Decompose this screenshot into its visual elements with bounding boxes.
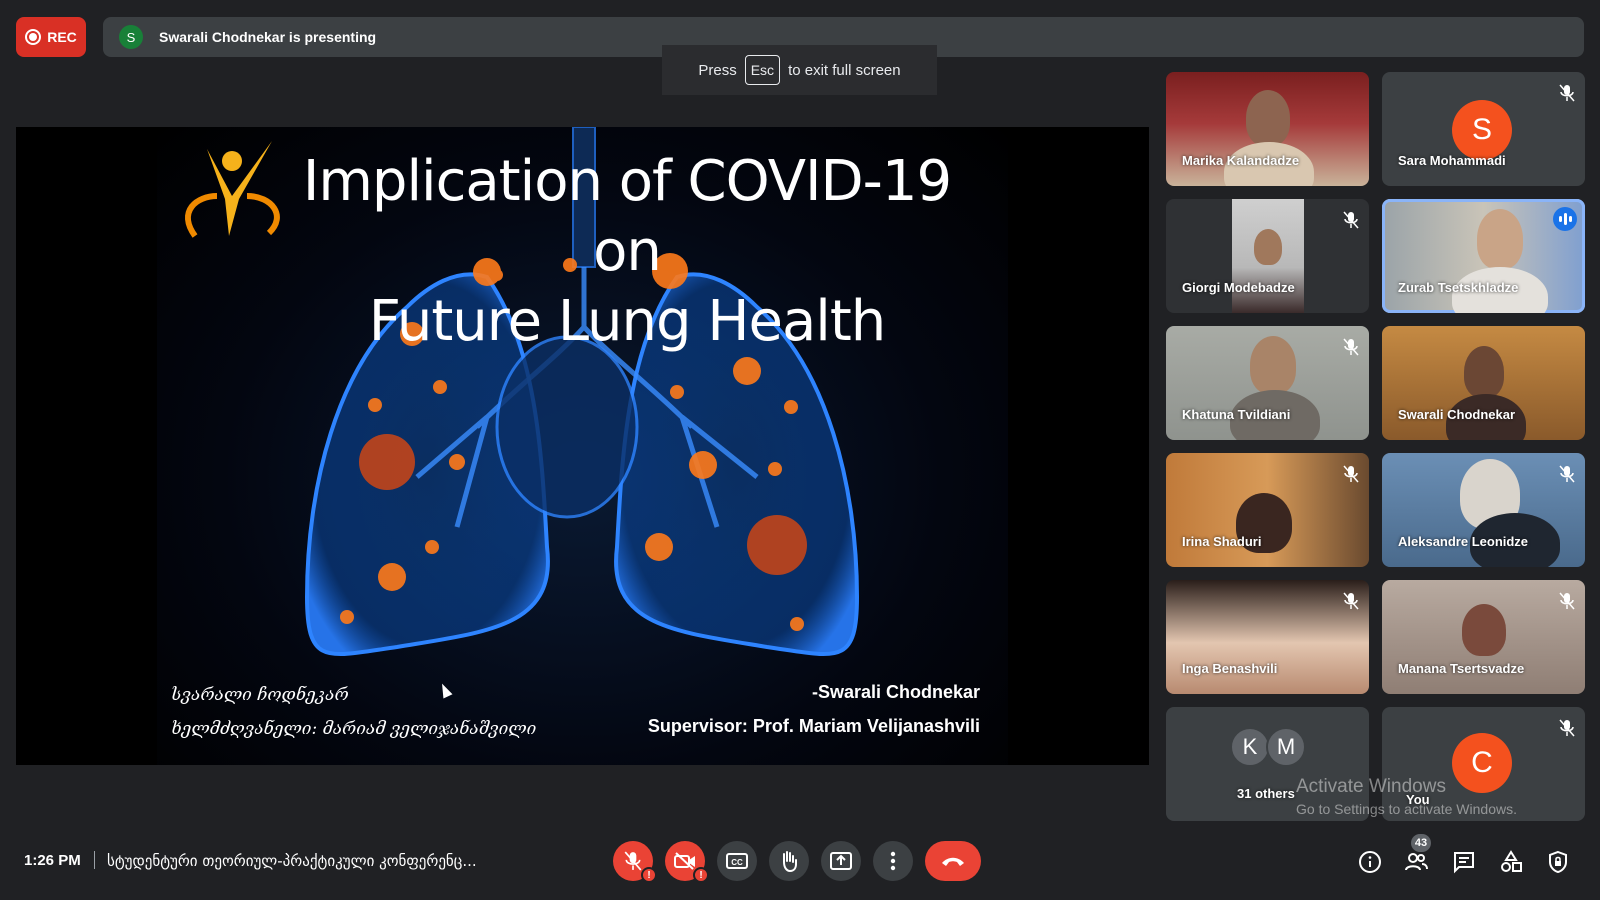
participant-tile[interactable]: Aleksandre Leonidze [1382, 453, 1585, 567]
people-icon[interactable] [1404, 850, 1428, 874]
participant-tile[interactable]: Khatuna Tvildiani [1166, 326, 1369, 440]
control-bar: 1:26 PM სტუდენტური თეორიულ-პრაქტიკული კო… [0, 830, 1600, 890]
slide-supervisor: Supervisor: Prof. Mariam Velijanashvili [647, 716, 980, 736]
slide-title-line-2: Future Lung Health [368, 289, 887, 354]
clock: 1:26 PM [24, 852, 81, 869]
recording-label: REC [47, 29, 77, 45]
mic-off-icon [1559, 719, 1575, 737]
participant-name: Manana Tsertsvadze [1398, 661, 1525, 676]
slide-title-line-1: Implication of COVID-19 on [302, 149, 952, 284]
participant-video [1250, 336, 1296, 394]
participant-name: Irina Shaduri [1182, 534, 1262, 549]
participant-name: Inga Benashvili [1182, 661, 1278, 676]
participant-name: Swarali Chodnekar [1398, 407, 1516, 422]
others-avatar: M [1266, 727, 1306, 767]
participant-name: Zurab Tsetskhladze [1398, 280, 1519, 295]
microphone-button[interactable]: ! [613, 841, 657, 883]
participant-name: Khatuna Tvildiani [1182, 407, 1291, 422]
present-button[interactable] [821, 841, 861, 881]
slide-georgian-supervisor: ხელმძღვანელი: მარიამ ველიჯანაშვილი [171, 719, 537, 739]
mic-off-icon [1343, 211, 1359, 229]
mic-off-icon [1343, 338, 1359, 356]
others-avatar: K [1230, 727, 1270, 767]
more-options-button[interactable] [873, 841, 913, 881]
warning-icon: ! [641, 867, 657, 883]
camera-button[interactable]: ! [665, 841, 709, 883]
mic-off-icon [1343, 592, 1359, 610]
raise-hand-button[interactable] [769, 841, 809, 881]
others-avatars: K M [1230, 727, 1306, 767]
mic-off-icon [1559, 84, 1575, 102]
chat-icon[interactable] [1452, 850, 1476, 874]
hint-rest: to exit full screen [788, 61, 901, 79]
participant-video [1462, 604, 1506, 656]
hand-icon [783, 851, 797, 872]
mic-off-icon [1559, 592, 1575, 610]
present-screen-icon [830, 852, 852, 870]
activate-windows-hint: Go to Settings to activate Windows. [1296, 801, 1517, 817]
participant-tile[interactable]: Swarali Chodnekar [1382, 326, 1585, 440]
more-vert-icon [890, 851, 896, 871]
participant-tile[interactable]: S Sara Mohammadi [1382, 72, 1585, 186]
esc-key: Esc [744, 55, 781, 85]
recording-indicator: REC [16, 17, 86, 57]
divider [94, 851, 95, 869]
participant-name: Marika Kalandadze [1182, 153, 1300, 168]
activities-icon[interactable] [1499, 850, 1523, 874]
speaking-indicator-icon [1553, 207, 1577, 231]
captions-icon: CC [726, 853, 748, 869]
participant-video [1477, 209, 1523, 269]
slide: Implication of COVID-19 on Future Lung H… [157, 127, 1008, 765]
participant-name: Aleksandre Leonidze [1398, 534, 1529, 549]
participant-name: Giorgi Modebadze [1182, 280, 1295, 295]
participant-count-badge: 43 [1411, 834, 1431, 852]
fullscreen-hint: Press Esc to exit full screen [662, 45, 937, 95]
host-controls-icon[interactable] [1546, 850, 1570, 874]
activate-windows-watermark: Activate Windows [1296, 776, 1446, 797]
participant-video [1246, 90, 1290, 146]
participant-video [1464, 346, 1504, 398]
participant-tile[interactable]: Marika Kalandadze [1166, 72, 1369, 186]
presentation-stage: Implication of COVID-19 on Future Lung H… [16, 127, 1149, 765]
participant-tile[interactable]: Irina Shaduri [1166, 453, 1369, 567]
presenter-avatar: S [119, 25, 143, 49]
participant-video [1254, 229, 1282, 265]
slide-author: -Swarali Chodnekar [811, 682, 980, 702]
participant-tile[interactable]: Zurab Tsetskhladze [1382, 199, 1585, 313]
self-avatar: C [1452, 733, 1512, 793]
captions-button[interactable]: CC [717, 841, 757, 881]
participant-tile[interactable]: Manana Tsertsvadze [1382, 580, 1585, 694]
mic-off-icon [1559, 465, 1575, 483]
svg-text:CC: CC [731, 858, 743, 867]
warning-icon: ! [693, 867, 709, 883]
mic-off-icon [624, 851, 642, 871]
participant-tile[interactable]: Giorgi Modebadze [1166, 199, 1369, 313]
participant-tile[interactable]: Inga Benashvili [1166, 580, 1369, 694]
slide-title: Implication of COVID-19 on Future Lung H… [277, 147, 977, 357]
hang-up-icon [942, 857, 964, 866]
record-icon [25, 29, 42, 45]
hint-press: Press [698, 61, 737, 79]
others-label: 31 others [1237, 786, 1295, 801]
presenting-text: Swarali Chodnekar is presenting [159, 29, 377, 45]
leave-call-button[interactable] [925, 841, 981, 881]
mic-off-icon [1343, 465, 1359, 483]
camera-off-icon [674, 852, 695, 870]
logo-icon [185, 141, 280, 238]
participant-avatar: S [1452, 100, 1512, 160]
slide-georgian-author: სვარალი ჩოდნეკარ [171, 685, 349, 705]
participant-name: Sara Mohammadi [1398, 153, 1506, 168]
info-icon[interactable] [1358, 850, 1382, 874]
meeting-title: სტუდენტური თეორიულ-პრაქტიკული კონფერენც.… [107, 852, 477, 870]
